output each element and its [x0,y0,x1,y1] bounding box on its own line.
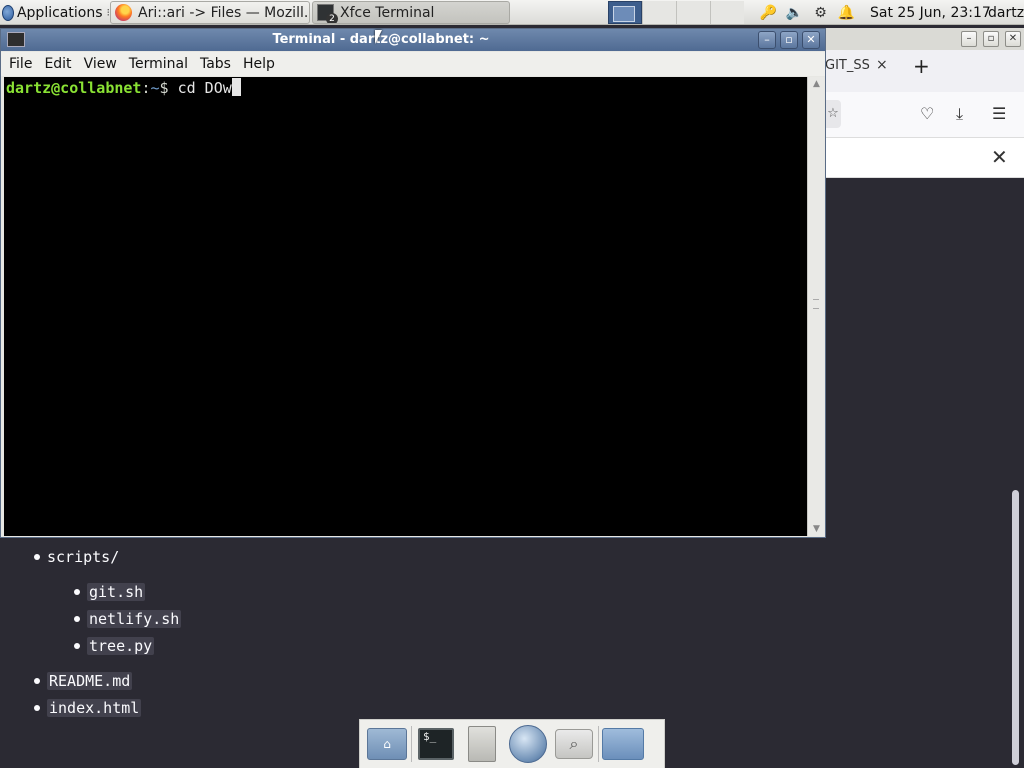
scrollbar-grip[interactable] [813,299,819,309]
folder-icon [602,728,644,760]
web-browser-icon [509,725,547,763]
menu-file[interactable]: File [9,56,32,72]
prompt-separator: : [141,79,151,97]
user-menu[interactable]: dartz [988,0,1024,25]
taskbar-button-terminal[interactable]: 2 Xfce Terminal [312,1,510,24]
bullet [34,678,40,684]
bullet [34,554,40,560]
firefox-toolbar: ☆ ♡ ⤓ ☰ [825,92,1024,138]
close-button[interactable]: ✕ [802,31,820,49]
xfce-logo-icon [2,4,14,21]
bullet [74,643,80,649]
list-item-text: tree.py [87,637,155,655]
key-icon[interactable]: 🔑 [760,4,777,21]
minimize-button[interactable]: – [758,31,776,49]
terminal-menubar: File Edit View Terminal Tabs Help [1,52,825,76]
bullet [74,616,80,622]
page-scrollbar[interactable] [1012,490,1019,765]
applications-menu[interactable]: Applications ⁝ [0,0,110,25]
pocket-icon[interactable]: ♡ [920,104,934,123]
search-icon: ⌕ [555,729,593,759]
dock: ⌂ $_ ⌕ [359,719,665,768]
list-item: tree.py [74,637,155,655]
prompt-symbol: $ [159,79,169,97]
dock-separator [598,726,599,762]
top-panel: Applications ⁝ Ari::ari -> Files — Mozil… [0,0,1024,25]
dock-terminal[interactable]: $_ [413,723,459,765]
close-icon[interactable]: ✕ [991,145,1008,169]
system-tray: 🔑 🔈 ⚙ 🔔 [758,0,862,25]
firefox-titlebar: – ▫ ✕ [825,28,1024,50]
downloads-icon[interactable]: ⤓ [956,104,963,124]
clock[interactable]: Sat 25 Jun, 23:17 [870,0,991,25]
list-item: git.sh [74,583,146,601]
menu-view[interactable]: View [84,56,117,72]
list-item-text: README.md [47,672,133,690]
settings-icon[interactable]: ⚙ [812,4,829,21]
text-cursor [231,78,241,96]
terminal-window[interactable]: Terminal - dartz@collabnet: ~ – ▫ ✕ File… [0,28,826,538]
workspace-3[interactable] [676,1,710,24]
firefox-tabbar: GIT_SS × + [825,50,1024,92]
terminal-icon: $_ [418,728,454,760]
firefox-icon [115,4,132,21]
menu-edit[interactable]: Edit [44,56,71,72]
command-input[interactable]: cd DOw [178,79,232,97]
bullet [34,705,40,711]
list-item-text: git.sh [87,583,146,601]
dock-file-manager[interactable] [459,723,505,765]
notification-bell-icon[interactable]: 🔔 [838,4,855,21]
terminal-scrollbar[interactable]: ▲ ▼ [807,77,824,536]
prompt-path: ~ [150,79,160,97]
volume-icon[interactable]: 🔈 [786,4,803,21]
scroll-down-arrow-icon[interactable]: ▼ [808,522,825,536]
dock-web-browser[interactable] [505,723,551,765]
browser-tab[interactable]: GIT_SS [825,58,870,73]
terminal-output[interactable]: dartz@collabnet:~$ cd DOw [4,77,807,536]
dock-home-folder[interactable]: ⌂ [364,723,410,765]
new-tab-button[interactable]: + [913,54,930,78]
terminal-icon: 2 [317,4,338,23]
list-item-text: index.html [47,699,142,717]
applications-label: Applications [16,4,103,21]
menu-help[interactable]: Help [243,56,275,72]
minimize-button[interactable]: – [961,31,977,47]
notification-bar: ✕ [825,138,1024,178]
menu-tabs[interactable]: Tabs [200,56,231,72]
menu-terminal[interactable]: Terminal [129,56,188,72]
workspace-1[interactable] [608,1,642,24]
firefox-window: – ▫ ✕ GIT_SS × + ☆ ♡ ⤓ ☰ ✕ [825,28,1024,768]
mouse-pointer-icon [375,30,389,44]
tab-close-icon[interactable]: × [876,57,888,73]
prompt-user: dartz@collabnet [6,79,142,97]
list-item: README.md [34,672,133,690]
taskbar-label: Xfce Terminal [340,4,435,21]
workspace-4[interactable] [710,1,744,24]
list-item-text: netlify.sh [87,610,182,628]
maximize-button[interactable]: ▫ [780,31,798,49]
taskbar-button-firefox[interactable]: Ari::ari -> Files — Mozill... [110,1,310,24]
workspace-switcher[interactable] [608,1,748,24]
file-cabinet-icon [468,726,496,762]
bullet [74,589,80,595]
scroll-up-arrow-icon[interactable]: ▲ [808,77,825,91]
home-folder-icon: ⌂ [367,728,407,760]
menu-hamburger-icon[interactable]: ☰ [992,104,1006,123]
close-button[interactable]: ✕ [1005,31,1021,47]
window-count-badge: 2 [326,13,338,23]
dock-separator [411,726,412,762]
list-item-text: scripts/ [47,548,120,566]
list-item: netlify.sh [74,610,182,628]
taskbar-label: Ari::ari -> Files — Mozill... [138,4,310,21]
dock-folder[interactable] [600,723,646,765]
workspace-2[interactable] [642,1,676,24]
list-item: scripts/ [34,548,119,566]
terminal-titlebar[interactable]: Terminal - dartz@collabnet: ~ – ▫ ✕ [1,29,825,51]
list-item: index.html [34,699,142,717]
maximize-button[interactable]: ▫ [983,31,999,47]
dock-app-finder[interactable]: ⌕ [551,723,597,765]
bookmark-star-icon[interactable]: ☆ [825,100,841,128]
